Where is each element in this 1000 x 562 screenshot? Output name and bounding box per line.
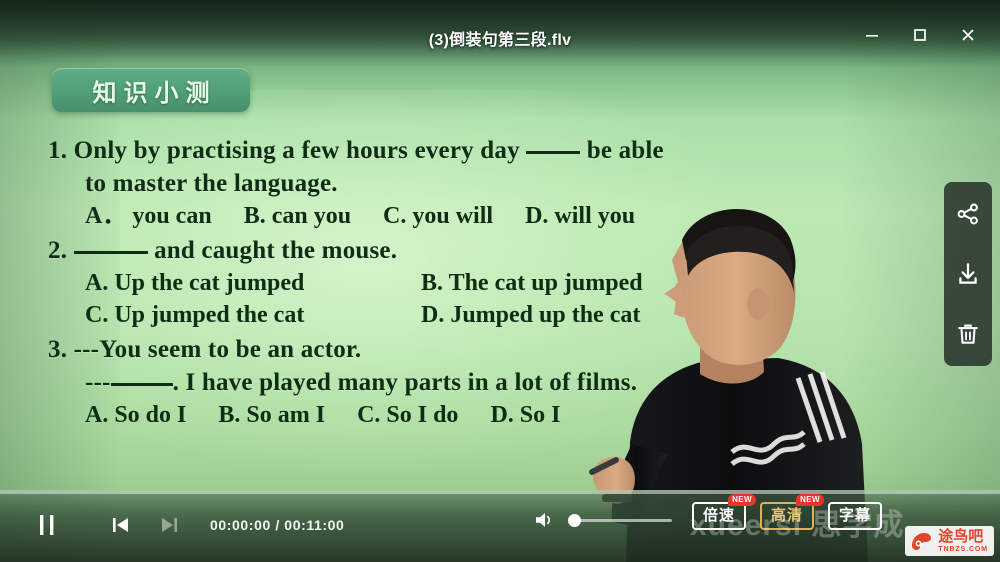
action-rail xyxy=(944,182,992,366)
question-3-blank xyxy=(110,383,173,386)
subtitles-button[interactable]: 字幕 xyxy=(827,502,882,530)
question-1-text-after: be able xyxy=(586,137,664,164)
slide-content: 知识小测 1. Only by practising a few hours e… xyxy=(0,0,1000,490)
question-2-option-c: C. Up jumped the cat xyxy=(85,302,305,328)
question-1-option-b: B. can you xyxy=(243,203,352,229)
previous-icon xyxy=(113,518,128,532)
playback-speed-label: 倍速 xyxy=(702,506,735,524)
minimize-icon xyxy=(866,35,878,37)
question-3-text-after: . I have played many parts in a lot of f… xyxy=(172,369,638,396)
question-1-blank xyxy=(526,151,581,154)
question-1-line-2: to master the language. xyxy=(85,170,338,197)
volume-icon xyxy=(536,513,551,527)
question-2-option-a: A. Up the cat jumped xyxy=(85,270,305,296)
question-3: 3. ---You seem to be an actor. --- . I ha… xyxy=(48,333,838,431)
volume-track xyxy=(568,519,672,522)
next-button[interactable] xyxy=(148,504,190,546)
pause-icon xyxy=(40,515,54,535)
volume-slider[interactable] xyxy=(568,512,672,528)
question-1-option-a: A． you can xyxy=(85,203,212,229)
minimize-button[interactable] xyxy=(850,18,894,52)
quality-button[interactable]: 高清 NEW xyxy=(759,494,824,530)
maximize-button[interactable] xyxy=(898,18,942,52)
quiz-title-badge: 知识小测 xyxy=(52,68,250,112)
question-2-option-d: D. Jumped up the cat xyxy=(421,302,641,328)
volume-button[interactable] xyxy=(532,507,558,533)
question-3-dash: --- xyxy=(85,369,111,396)
question-2-blank xyxy=(73,251,148,254)
question-3-option-b: B. So am I xyxy=(218,402,326,428)
question-3-number: 3. xyxy=(48,336,68,363)
question-1-option-d: D. will you xyxy=(525,203,636,229)
question-2-options-row-1: A. Up the cat jumped B. The cat up jumpe… xyxy=(48,267,838,299)
quiz-title-label: 知识小测 xyxy=(92,78,217,107)
maximize-icon xyxy=(914,29,926,41)
close-button[interactable] xyxy=(946,18,990,52)
question-3-option-c: C. So I do xyxy=(357,402,459,428)
video-stage[interactable]: 知识小测 1. Only by practising a few hours e… xyxy=(0,0,1000,562)
question-2: 2. and caught the mouse. A. Up the cat j… xyxy=(48,234,838,331)
share-button[interactable] xyxy=(952,198,984,230)
question-2-number: 2. xyxy=(48,237,68,264)
share-icon xyxy=(957,203,978,225)
download-icon xyxy=(959,263,977,284)
question-3-option-a: A. So do I xyxy=(85,402,187,428)
player-option-buttons: 倍速 NEW 高清 NEW 字幕 xyxy=(691,494,882,530)
quality-label: 高清 xyxy=(770,506,803,524)
pause-button[interactable] xyxy=(26,504,68,546)
close-icon xyxy=(962,29,974,41)
question-1-options: A． you can B. can you C. you will D. wil… xyxy=(48,200,838,232)
question-list: 1. Only by practising a few hours every … xyxy=(48,134,838,433)
question-3-line-1: 3. ---You seem to be an actor. xyxy=(48,333,838,366)
question-3-option-d: D. So I xyxy=(490,402,561,428)
next-icon xyxy=(162,518,177,532)
time-display: 00:00:00 / 00:11:00 xyxy=(210,517,345,533)
question-1-option-c: C. you will xyxy=(383,203,494,229)
question-2-options-row-2: C. Up jumped the cat D. Jumped up the ca… xyxy=(48,299,838,331)
question-3-options: A. So do I B. So am I C. So I do D. So I xyxy=(48,399,838,431)
delete-button[interactable] xyxy=(952,318,984,350)
window-controls xyxy=(850,18,990,52)
question-2-option-b: B. The cat up jumped xyxy=(421,270,643,296)
quality-new-badge: NEW xyxy=(796,494,824,506)
volume-knob[interactable] xyxy=(568,514,582,527)
subtitles-label: 字幕 xyxy=(838,506,871,524)
question-2-text-after: and caught the mouse. xyxy=(154,237,398,264)
question-1-line-1: 1. Only by practising a few hours every … xyxy=(48,134,838,167)
playback-speed-button[interactable]: 倍速 NEW xyxy=(691,494,756,530)
playback-speed-new-badge: NEW xyxy=(728,494,756,506)
trash-icon xyxy=(958,324,978,344)
player-control-bar: 00:00:00 / 00:11:00 倍速 NEW 高清 NEW 字幕 xyxy=(0,490,1000,562)
question-2-line-1: 2. and caught the mouse. xyxy=(48,234,838,267)
video-player-window: 知识小测 1. Only by practising a few hours e… xyxy=(0,0,1000,562)
previous-button[interactable] xyxy=(100,504,142,546)
question-1: 1. Only by practising a few hours every … xyxy=(48,134,838,232)
playback-controls: 00:00:00 / 00:11:00 xyxy=(26,504,344,546)
question-3-line-2: --- . I have played many parts in a lot o… xyxy=(48,366,838,399)
progress-bar[interactable] xyxy=(0,490,1000,494)
volume-controls xyxy=(532,507,672,533)
download-button[interactable] xyxy=(952,258,984,290)
question-1-text-before: Only by practising a few hours every day xyxy=(73,137,520,164)
question-3-text: ---You seem to be an actor. xyxy=(73,336,362,363)
question-1-number: 1. xyxy=(48,137,68,164)
